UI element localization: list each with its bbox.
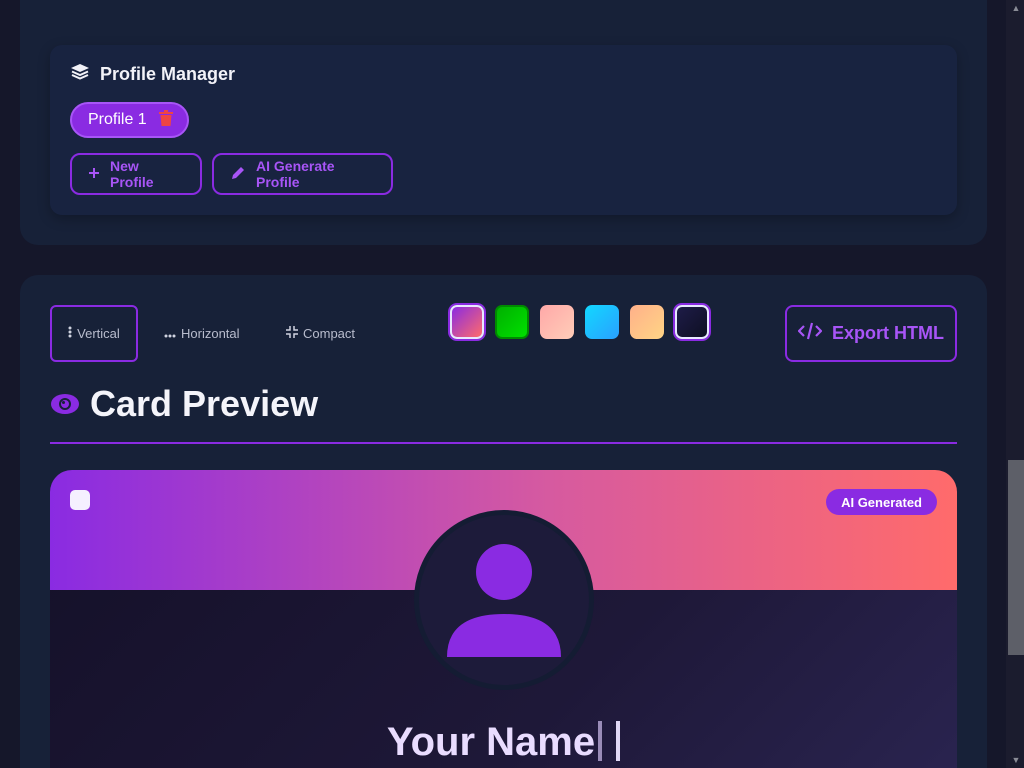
avatar[interactable] — [414, 510, 594, 690]
theme-swatch-purple[interactable] — [450, 305, 484, 339]
export-html-button[interactable]: Export HTML — [785, 305, 957, 362]
profile-chip[interactable]: Profile 1 — [70, 102, 189, 138]
code-icon — [797, 322, 823, 345]
layout-horizontal-label: Horizontal — [181, 326, 240, 341]
profile-manager-card: Profile Manager Profile 1 New Profile AI… — [50, 45, 957, 215]
ai-generated-badge: AI Generated — [826, 489, 937, 515]
scroll-up-icon[interactable]: ▲ — [1008, 0, 1024, 16]
pencil-icon — [230, 165, 246, 184]
eye-icon — [50, 383, 80, 425]
layout-vertical-label: Vertical — [77, 326, 120, 341]
theme-swatch-dark[interactable] — [675, 305, 709, 339]
trash-icon[interactable] — [158, 109, 173, 131]
vertical-dots-icon — [68, 326, 72, 341]
card-preview-title: Card Preview — [90, 383, 319, 424]
new-profile-button[interactable]: New Profile — [70, 153, 202, 195]
user-silhouette-icon — [447, 544, 561, 657]
layout-compact-button[interactable]: Compact — [274, 305, 367, 362]
layers-icon — [70, 63, 90, 86]
theme-swatch-green[interactable] — [495, 305, 529, 339]
profile-chip-label: Profile 1 — [88, 111, 147, 128]
profile-card-preview: AI Generated Your Name — [50, 470, 957, 768]
text-cursor-secondary — [616, 721, 621, 762]
plus-icon — [88, 166, 100, 182]
compress-icon — [286, 326, 298, 341]
text-cursor — [598, 721, 603, 762]
ai-generate-label: AI Generate Profile — [256, 158, 335, 190]
scrollbar-thumb[interactable] — [1008, 460, 1024, 655]
profile-manager-title: Profile Manager — [100, 64, 236, 84]
theme-swatch-blue[interactable] — [585, 305, 619, 339]
layout-compact-label: Compact — [303, 326, 356, 341]
horizontal-dots-icon — [164, 326, 176, 341]
card-preview-heading: Card Preview — [50, 383, 318, 425]
layout-horizontal-button[interactable]: Horizontal — [152, 305, 252, 362]
theme-swatch-pink[interactable] — [540, 305, 574, 339]
card-checkbox[interactable] — [70, 490, 90, 510]
section-divider — [50, 442, 957, 444]
layout-vertical-button[interactable]: Vertical — [50, 305, 138, 362]
new-profile-label: New Profile — [110, 158, 154, 190]
theme-swatch-orange[interactable] — [630, 305, 664, 339]
scroll-down-icon[interactable]: ▼ — [1008, 752, 1024, 768]
profile-manager-heading: Profile Manager — [70, 63, 235, 86]
export-html-label: Export HTML — [832, 323, 944, 343]
card-name[interactable]: Your Name — [50, 720, 957, 765]
ai-generate-profile-button[interactable]: AI Generate Profile — [212, 153, 393, 195]
card-name-text: Your Name — [386, 720, 596, 764]
